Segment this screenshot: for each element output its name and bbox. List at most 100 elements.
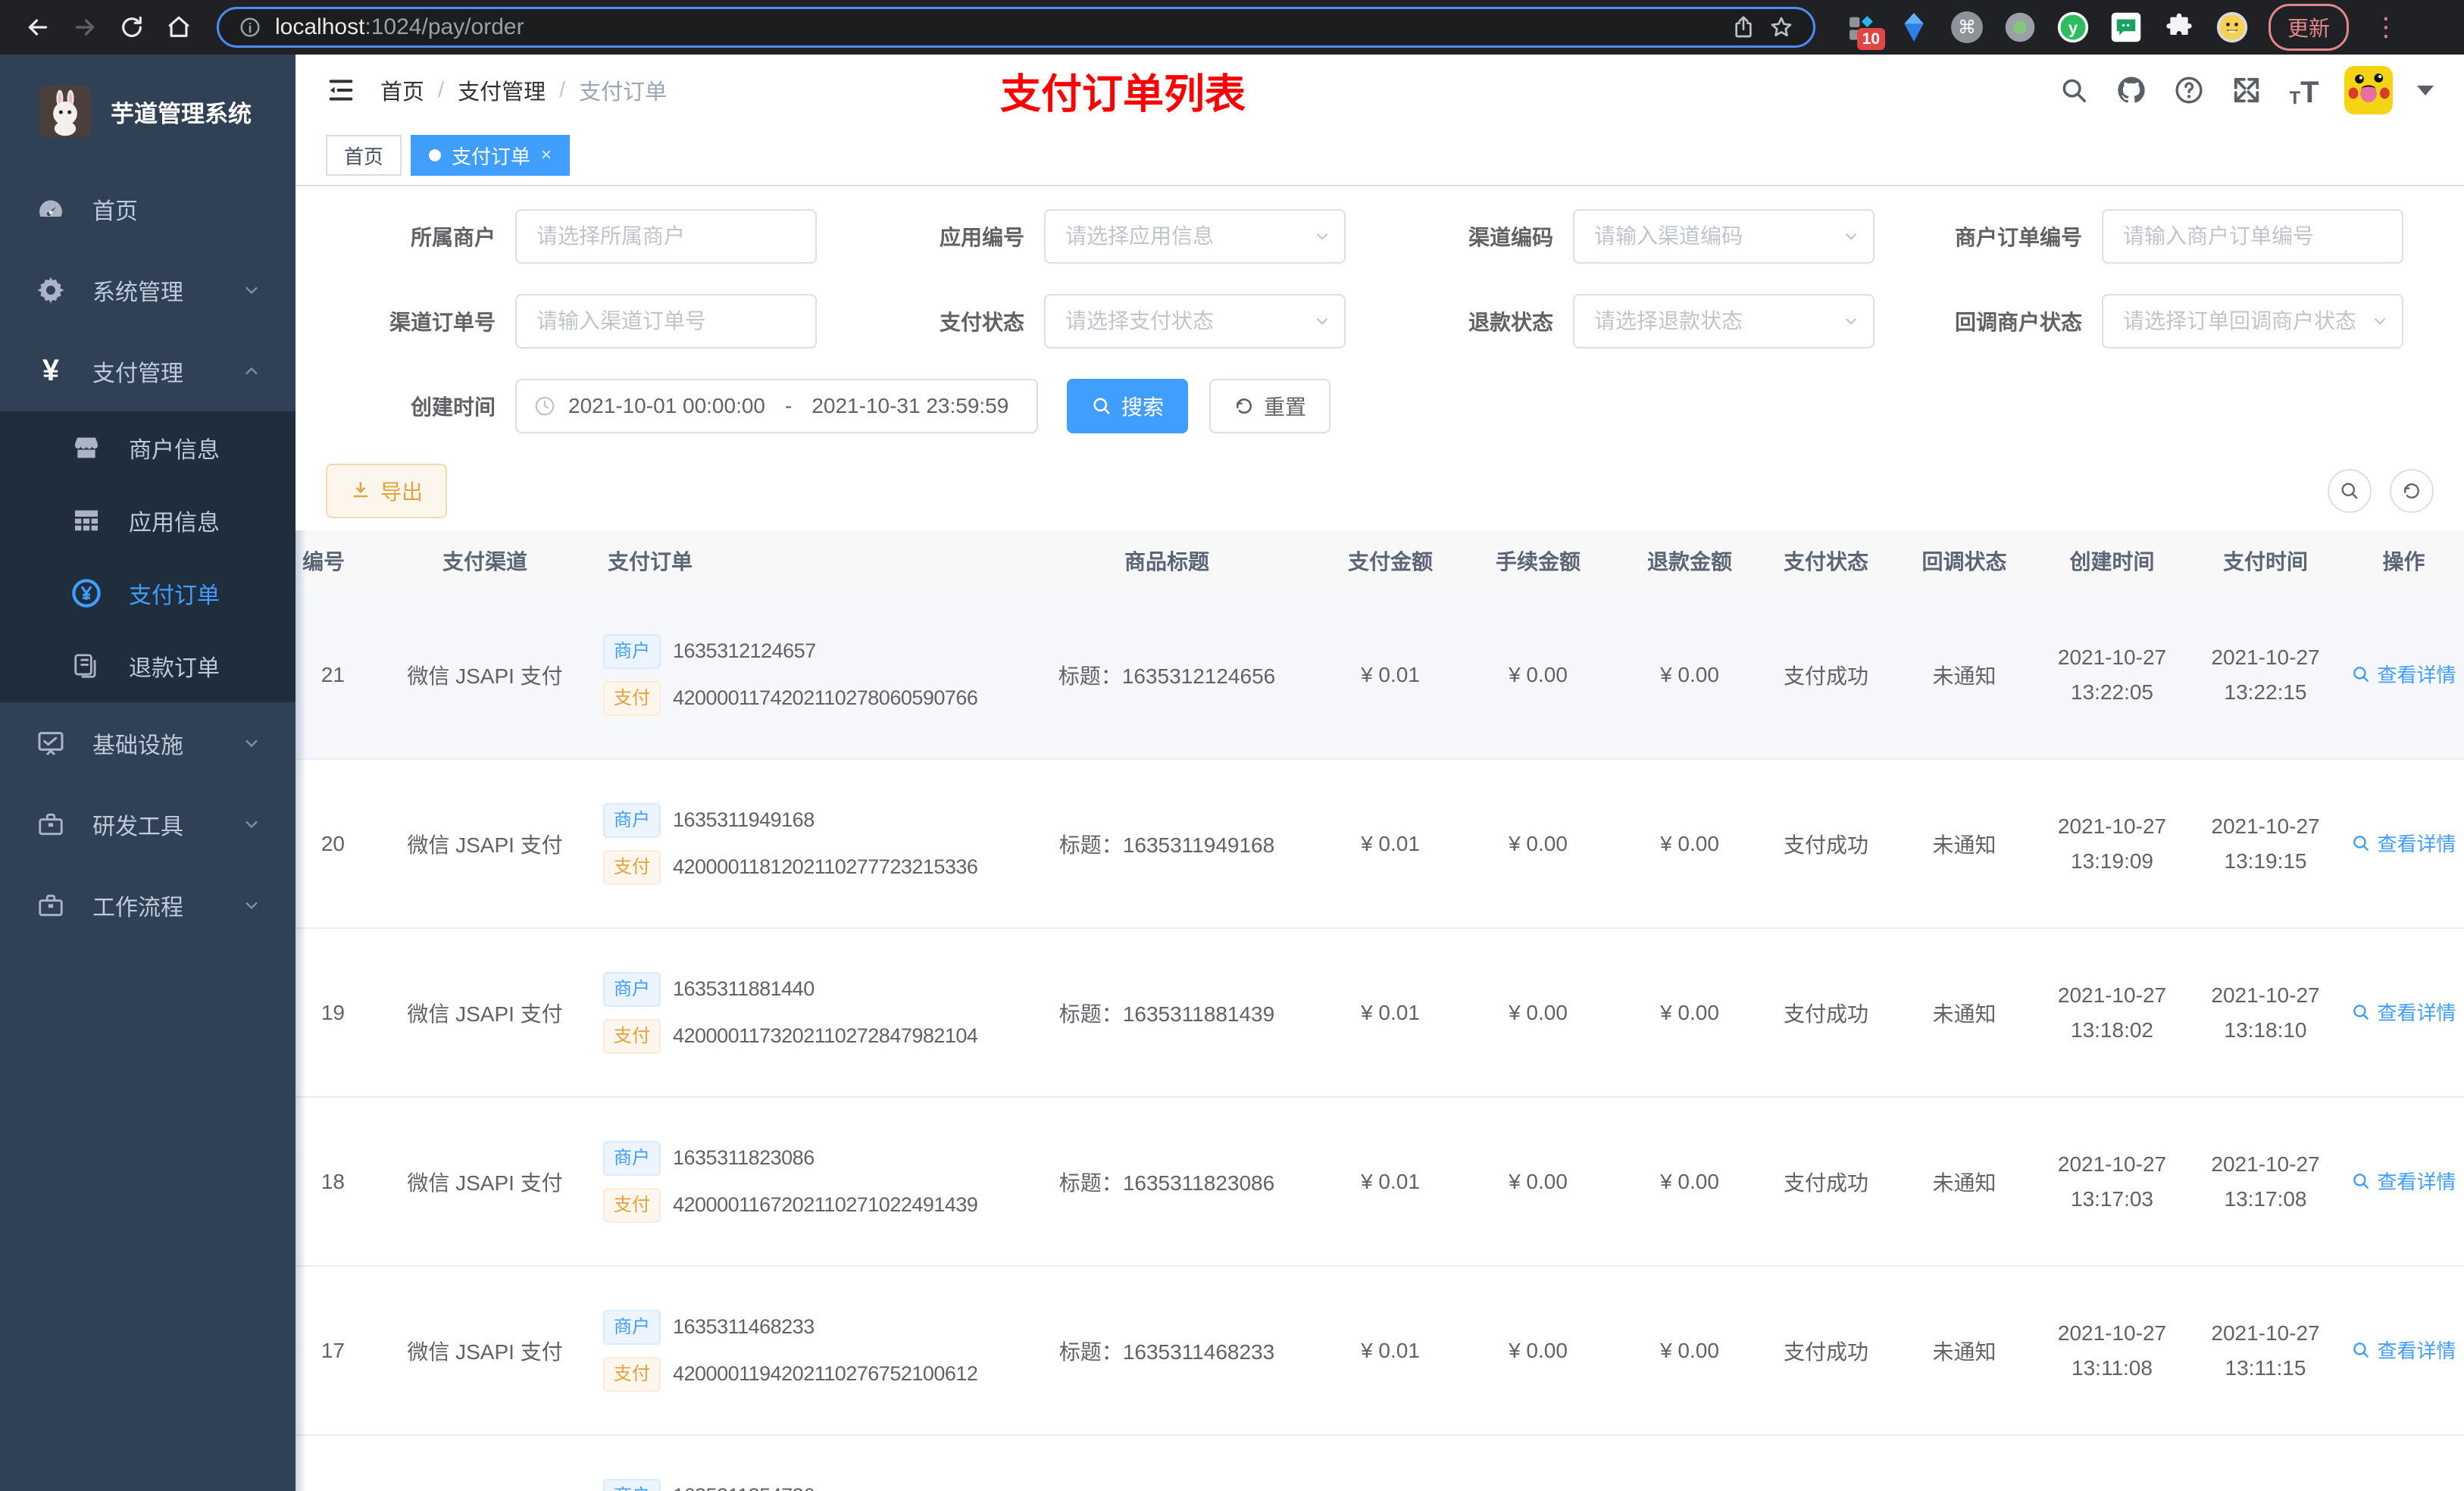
view-details-link[interactable]: 查看详情 — [2351, 1336, 2456, 1364]
chat-extension-icon[interactable] — [2109, 11, 2143, 44]
sidebar-item-app-info[interactable]: 应用信息 — [0, 484, 295, 557]
forward-icon[interactable] — [65, 8, 105, 47]
tab-home[interactable]: 首页 — [326, 135, 402, 176]
command-glyph: ⌘ — [1958, 17, 1976, 38]
user-avatar[interactable] — [2344, 66, 2393, 114]
cell-status: 支付成功 — [1783, 833, 1868, 857]
refund-status-select[interactable] — [1573, 294, 1875, 349]
column-header: 支付时间 — [2222, 550, 2308, 574]
avatar-caret-icon[interactable] — [2417, 85, 2434, 95]
help-icon[interactable] — [2172, 73, 2206, 108]
url-bar[interactable]: localhost:1024/pay/order — [217, 7, 1815, 48]
command-extension-icon[interactable]: ⌘ — [1950, 11, 1984, 44]
view-details-link[interactable]: 查看详情 — [2351, 660, 2456, 688]
emoji-profile-icon[interactable] — [2215, 11, 2249, 44]
cell-channel: 微信 JSAPI 支付 — [407, 1171, 563, 1195]
cell-refund: ¥ 0.00 — [1660, 1338, 1719, 1362]
channel-code-select[interactable] — [1573, 209, 1875, 264]
cell-refund: ¥ 0.00 — [1660, 1000, 1719, 1024]
sidebar-item-workflow[interactable]: 工作流程 — [0, 864, 295, 946]
breadcrumb-item[interactable]: 首页 — [380, 74, 424, 106]
chevron-up-icon — [241, 361, 262, 382]
refresh-button[interactable] — [2390, 469, 2434, 513]
sidebar-item-refund-order[interactable]: 退款订单 — [0, 630, 295, 702]
merchant-order-no-input[interactable] — [2102, 209, 2403, 264]
notify-status-select[interactable] — [2102, 294, 2403, 349]
field-label: 渠道订单号 — [389, 311, 496, 334]
cell-actions: 查看详情 — [2341, 1167, 2464, 1196]
merchant-input[interactable] — [515, 209, 817, 264]
channel-order-no-input[interactable] — [515, 294, 817, 349]
cell-paid: 2021-10-27 13:11:15 — [2211, 1321, 2320, 1380]
sidebar-item-infra[interactable]: 基础设施 — [0, 702, 295, 783]
close-icon[interactable]: × — [541, 145, 552, 166]
merchant-tag: 商户 — [603, 1309, 661, 1345]
search-button[interactable]: 搜索 — [1067, 379, 1189, 433]
cell-fee: ¥ 0.00 — [1509, 1000, 1568, 1024]
breadcrumb-separator: / — [559, 77, 566, 102]
sidebar-item-home[interactable]: 首页 — [0, 168, 295, 249]
search-icon[interactable] — [2056, 73, 2091, 108]
url-host: localhost — [275, 14, 365, 39]
export-button[interactable]: 导出 — [326, 464, 448, 518]
collapse-sidebar-icon[interactable] — [326, 75, 356, 105]
cell-created: 2021-10-27 13:18:02 — [2057, 983, 2167, 1042]
date-end-value: 2021-10-31 23:59:59 — [811, 394, 1009, 417]
cell-actions: 查看详情 — [2341, 660, 2464, 689]
view-details-link[interactable]: 查看详情 — [2351, 998, 2456, 1026]
cell-amount: ¥ 0.01 — [1361, 1169, 1420, 1193]
browser-menu-icon[interactable]: ⋮ — [2373, 12, 2399, 42]
extension-grid-icon[interactable]: 10 — [1844, 11, 1885, 50]
app-logo-block[interactable]: 芋道管理系统 — [0, 55, 295, 168]
dot-extension-icon[interactable] — [2003, 11, 2037, 44]
payment-submenu: 商户信息 应用信息 支付订单 退款订单 — [0, 411, 295, 702]
bookmark-star-icon[interactable] — [1769, 15, 1793, 39]
column-header: 创建时间 — [2069, 550, 2155, 574]
puzzle-extensions-icon[interactable] — [2162, 11, 2196, 44]
breadcrumb-item[interactable]: 支付管理 — [458, 74, 546, 106]
cell-notify: 未通知 — [1932, 1339, 1997, 1364]
share-icon[interactable] — [1731, 15, 1756, 39]
filter-merchant: 所属商户 — [326, 209, 836, 264]
reset-button[interactable]: 重置 — [1209, 379, 1331, 433]
app-id-select[interactable] — [1044, 209, 1346, 264]
view-details-link[interactable]: 查看详情 — [2351, 1167, 2456, 1195]
home-icon[interactable] — [159, 8, 199, 47]
merchant-tag: 商户 — [603, 802, 661, 838]
github-icon[interactable] — [2114, 73, 2149, 108]
cell-fee: ¥ 0.00 — [1509, 662, 1568, 686]
table-body: 21 微信 JSAPI 支付 商户 1635312124657 支付 42000… — [295, 591, 2464, 1491]
pay-tag: 支付 — [603, 1018, 661, 1054]
tab-pay-order[interactable]: 支付订单 × — [411, 135, 571, 176]
sidebar-item-system[interactable]: 系统管理 — [0, 249, 295, 330]
back-icon[interactable] — [18, 8, 58, 47]
update-button[interactable]: 更新 — [2269, 4, 2350, 51]
site-info-icon[interactable] — [239, 16, 261, 39]
sidebar-item-dev-tools[interactable]: 研发工具 — [0, 783, 295, 864]
merchant-tag: 商户 — [603, 971, 661, 1007]
table-grid-icon — [70, 504, 103, 537]
table-row: 18 微信 JSAPI 支付 商户 1635311823086 支付 42000… — [295, 1098, 2464, 1267]
monitor-icon — [33, 726, 68, 761]
pay-status-select[interactable] — [1044, 294, 1346, 349]
reload-icon[interactable] — [112, 8, 152, 47]
view-details-link[interactable]: 查看详情 — [2351, 829, 2456, 857]
sidebar-item-payment[interactable]: ¥ 支付管理 — [0, 330, 295, 411]
y-extension-icon[interactable]: y — [2056, 11, 2090, 44]
cell-order-numbers: 商户 1635311468233 支付 42000011942021102767… — [583, 1298, 1008, 1404]
filter-refund-status: 退款状态 — [1384, 294, 1894, 349]
gem-extension-icon[interactable] — [1897, 11, 1931, 44]
cell-amount: ¥ 0.01 — [1361, 1000, 1420, 1024]
toggle-search-button[interactable] — [2328, 469, 2372, 513]
channel-order-no: 4200001194202110276752100612 — [673, 1362, 978, 1385]
gear-icon — [33, 273, 68, 308]
font-size-icon[interactable]: TT — [2287, 73, 2322, 108]
filter-pay-status: 支付状态 — [855, 294, 1365, 349]
fullscreen-icon[interactable] — [2229, 73, 2264, 108]
sidebar-item-pay-order[interactable]: 支付订单 — [0, 557, 295, 630]
chevron-down-icon — [241, 814, 262, 835]
sidebar-item-merchant-info[interactable]: 商户信息 — [0, 411, 295, 484]
sidebar-item-label: 系统管理 — [92, 280, 183, 305]
date-range-picker[interactable]: 2021-10-01 00:00:00 - 2021-10-31 23:59:5… — [515, 379, 1038, 433]
cell-actions: 查看详情 — [2341, 1336, 2464, 1365]
